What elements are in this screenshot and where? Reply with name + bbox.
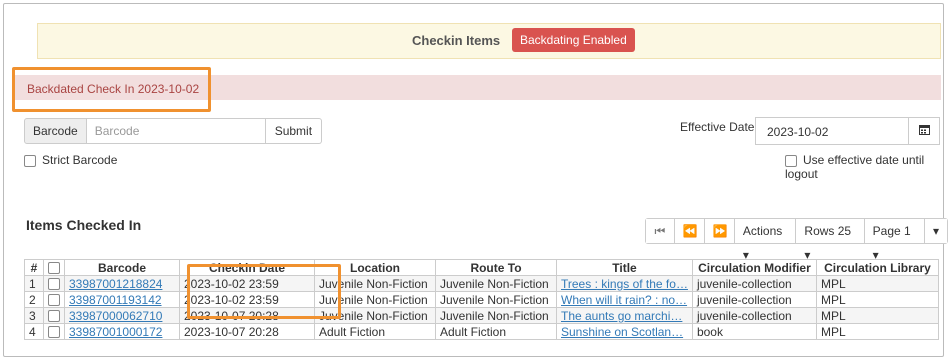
row-circulation-modifier: book [691,323,817,340]
row-title[interactable]: Trees : kings of the fo… [556,275,693,292]
barcode-link[interactable]: 33987000062710 [69,309,162,323]
previous-page-icon[interactable]: ⏪ [674,219,705,243]
column-header-circulation-library[interactable]: Circulation Library [815,259,939,276]
grid-toolbar: ⏮ ⏪ ⏩ Actions ▾ Rows 25 ▾ Page 1 ▾ ▾ [645,218,948,262]
row-route-to: Juvenile Non-Fiction [435,307,557,324]
row-checkin-date: 2023-10-07 20:28 [179,323,315,340]
row-barcode[interactable]: 33987001000172 [64,323,180,340]
items-checked-in-title: Items Checked In [26,217,142,233]
row-route-to: Juvenile Non-Fiction [435,291,557,308]
page-dropdown[interactable]: Page 1 ▾ [864,219,925,262]
rows-dropdown[interactable]: Rows 25 ▾ [796,219,865,262]
row-title[interactable]: The aunts go marchi… [556,307,693,324]
barcode-input[interactable]: Barcode [86,118,266,144]
table-row[interactable]: 4 33987001000172 2023-10-07 20:28 Adult … [24,323,939,340]
barcode-addon-label: Barcode [24,118,87,144]
effective-date-input[interactable]: 2023-10-02 [755,117,940,145]
row-checkbox[interactable] [48,294,60,307]
row-circulation-modifier: juvenile-collection [691,275,817,292]
row-title[interactable]: Sunshine on Scotlan… [556,323,693,340]
row-barcode[interactable]: 33987000062710 [64,307,180,324]
highlight-box-dates [187,264,341,319]
row-select[interactable] [43,275,65,292]
title-link[interactable]: The aunts go marchi… [561,309,682,323]
row-index: 2 [24,291,44,308]
next-page-icon[interactable]: ⏩ [704,219,735,243]
use-effective-date-option[interactable]: Use effective date until logout [785,153,948,181]
row-checkbox[interactable] [48,326,60,339]
barcode-link[interactable]: 33987001000172 [69,325,162,339]
row-select[interactable] [43,307,65,324]
barcode-link[interactable]: 33987001218824 [69,277,162,291]
row-checkbox[interactable] [48,310,60,323]
page-title: Checkin Items [412,33,501,48]
column-header-barcode[interactable]: Barcode [64,259,180,276]
title-link[interactable]: Sunshine on Scotlan… [561,325,683,339]
column-header-select[interactable] [43,259,65,276]
row-barcode[interactable]: 33987001218824 [64,275,180,292]
column-header-title[interactable]: Title [556,259,693,276]
column-header-index: # [24,259,44,276]
row-circulation-library: MPL [815,291,939,308]
table-row[interactable]: 1 33987001218824 2023-10-02 23:59 Juveni… [24,275,939,292]
row-circulation-library: MPL [815,323,939,340]
row-index: 1 [24,275,44,292]
barcode-link[interactable]: 33987001193142 [69,293,162,307]
strict-barcode-checkbox[interactable] [24,154,36,167]
table-row[interactable]: 2 33987001193142 2023-10-02 23:59 Juveni… [24,291,939,308]
row-checkbox[interactable] [48,278,60,291]
row-select[interactable] [43,291,65,308]
column-header-circulation-modifier[interactable]: Circulation Modifier [691,259,817,276]
row-circulation-modifier: juvenile-collection [691,307,817,324]
submit-button[interactable]: Submit [265,118,323,144]
strict-barcode-label: Strict Barcode [42,153,118,167]
calendar-icon[interactable] [908,118,939,144]
column-header-route-to[interactable]: Route To [435,259,557,276]
barcode-input-group: Barcode Barcode Submit [24,118,323,144]
row-title[interactable]: When will it rain? : no… [556,291,693,308]
table-row[interactable]: 3 33987000062710 2023-10-07 20:28 Juveni… [24,307,939,324]
strict-barcode-option[interactable]: Strict Barcode [24,153,117,167]
row-index: 3 [24,307,44,324]
row-route-to: Adult Fiction [435,323,557,340]
row-barcode[interactable]: 33987001193142 [64,291,180,308]
row-select[interactable] [43,323,65,340]
highlight-box-alert [12,67,211,112]
title-link[interactable]: When will it rain? : no… [561,293,687,307]
row-index: 4 [24,323,44,340]
row-location: Adult Fiction [314,323,436,340]
effective-date-label: Effective Date [680,120,755,134]
use-effective-date-checkbox[interactable] [785,154,797,167]
row-route-to: Juvenile Non-Fiction [435,275,557,292]
checkin-banner: Checkin Items Backdating Enabled [37,23,941,59]
more-dropdown[interactable]: ▾ [924,219,947,243]
use-effective-date-label: Use effective date until logout [785,153,925,181]
backdating-badge: Backdating Enabled [512,28,635,52]
actions-dropdown[interactable]: Actions ▾ [734,219,797,262]
row-circulation-modifier: juvenile-collection [691,291,817,308]
effective-date-value: 2023-10-02 [767,125,829,139]
select-all-checkbox[interactable] [48,262,60,275]
row-circulation-library: MPL [815,275,939,292]
first-page-icon[interactable]: ⏮ [646,219,675,243]
items-table: # Barcode Checkin Date Location Route To… [24,259,939,340]
row-circulation-library: MPL [815,307,939,324]
title-link[interactable]: Trees : kings of the fo… [561,277,688,291]
